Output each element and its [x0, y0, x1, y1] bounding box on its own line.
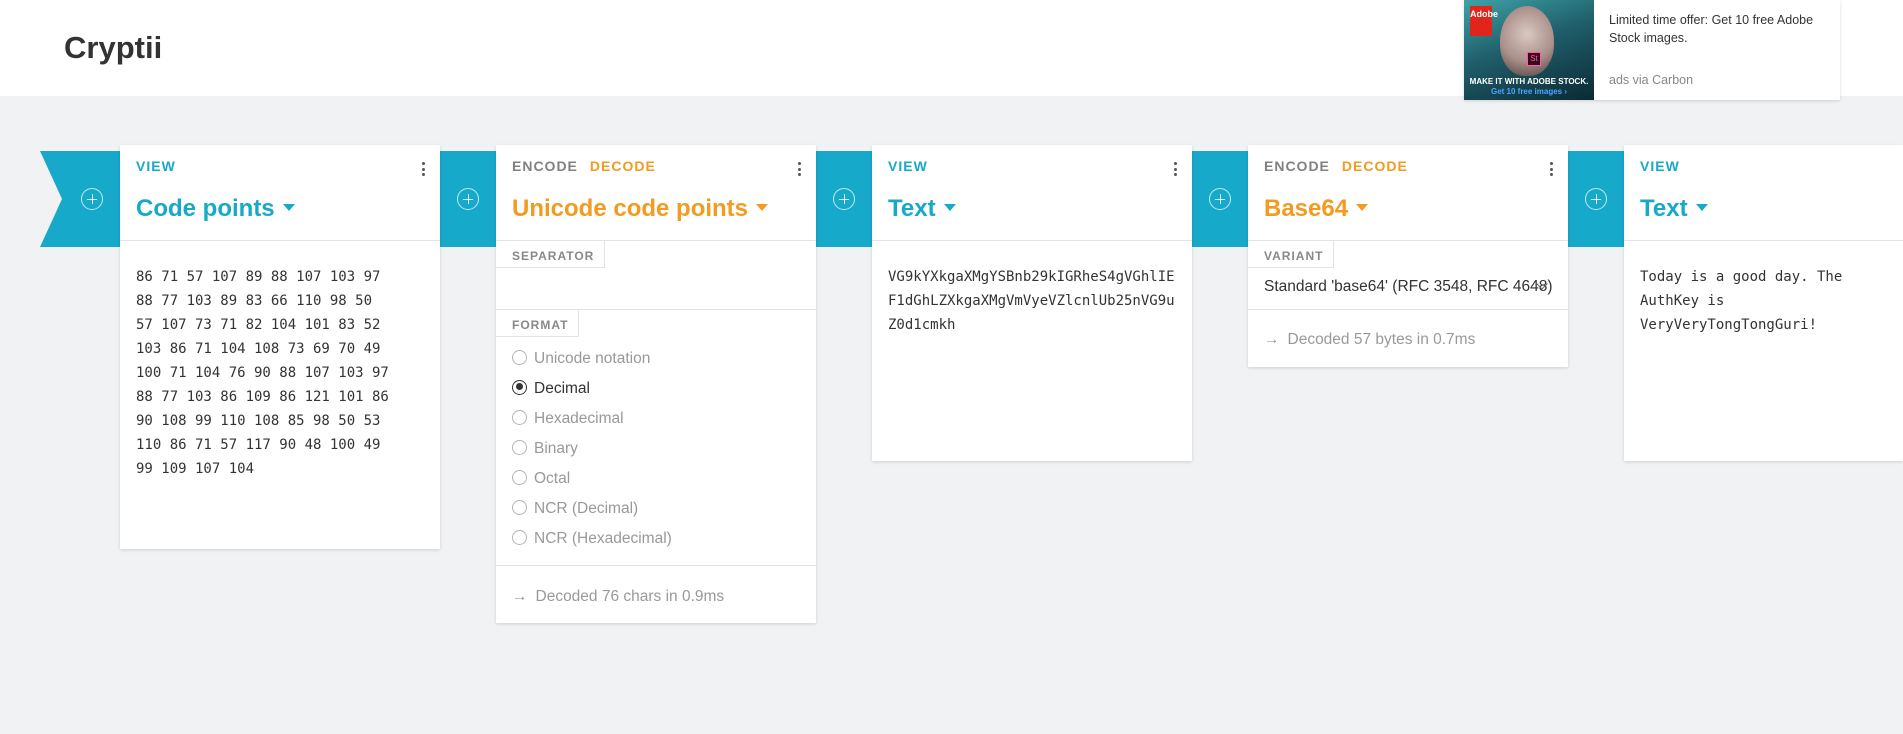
brick-unicode-code-points: ENCODE DECODE Unicode code points SEPARAT…: [496, 145, 816, 623]
brick-header: ENCODE DECODE Unicode code points: [496, 145, 816, 241]
status-message: → Decoded 57 bytes in 0.7ms: [1264, 331, 1476, 348]
brick-tabs: ENCODE DECODE: [512, 158, 656, 174]
radio-icon: [512, 529, 527, 545]
variant-label: VARIANT: [1248, 241, 1335, 268]
tab-encode[interactable]: ENCODE: [1264, 158, 1330, 174]
status-message: → Decoded 76 chars in 0.9ms: [512, 588, 725, 605]
tab-encode[interactable]: ENCODE: [512, 158, 578, 174]
decoded-text-textarea[interactable]: Today is a good day. The AuthKey is Very…: [1640, 265, 1895, 337]
brick-base64: ENCODE DECODE Base64 VARIANT Standard 'ba…: [1248, 145, 1568, 367]
brick-title-dropdown[interactable]: Text: [888, 195, 956, 223]
brick-title: Text: [1640, 195, 1688, 222]
radio-icon: [512, 499, 527, 515]
pipeline-connector[interactable]: [440, 151, 496, 247]
add-brick-icon[interactable]: [1209, 188, 1231, 210]
brick-title: Base64: [1264, 195, 1349, 222]
format-field: FORMAT Unicode notation Decimal Hexadeci…: [496, 310, 816, 566]
caret-down-icon: [1356, 204, 1369, 212]
brick-tabs: VIEW: [888, 158, 928, 174]
caret-down-icon: [943, 204, 956, 212]
radio-checked-icon: [512, 379, 527, 395]
add-brick-icon[interactable]: [1585, 188, 1607, 210]
brick-header: VIEW Text: [1624, 145, 1903, 241]
brick-tabs: ENCODE DECODE: [1264, 158, 1408, 174]
radio-hexadecimal[interactable]: Hexadecimal: [512, 409, 624, 434]
radio-binary[interactable]: Binary: [512, 439, 578, 464]
brick-text-base64: VIEW Text VG9kYXkgaXMgYSBnb29kIGRheS4gVG…: [872, 145, 1192, 461]
code-points-textarea[interactable]: 86 71 57 107 89 88 107 103 97 88 77 103 …: [136, 265, 426, 481]
variant-field[interactable]: VARIANT: [1248, 241, 1568, 310]
variant-select[interactable]: Standard 'base64' (RFC 3548, RFC 4648): [1264, 278, 1554, 296]
tab-decode[interactable]: DECODE: [590, 158, 656, 174]
radio-ncr-decimal[interactable]: NCR (Decimal): [512, 499, 638, 524]
adobe-stock-icon: St: [1527, 52, 1541, 66]
brick-title-dropdown[interactable]: Base64: [1264, 195, 1369, 223]
ad-via-link[interactable]: ads via Carbon: [1609, 73, 1693, 87]
text-textarea[interactable]: VG9kYXkgaXMgYSBnb29kIGRheS4gVGhlIEF1dGhL…: [888, 265, 1180, 337]
brick-tabs: VIEW: [1640, 158, 1680, 174]
ad-text[interactable]: Limited time offer: Get 10 free Adobe St…: [1609, 11, 1831, 47]
ad-image-cta: Get 10 free images ›: [1490, 87, 1568, 96]
brick-title-dropdown[interactable]: Code points: [136, 195, 295, 223]
radio-icon: [512, 439, 527, 455]
ad-image-tagline: MAKE IT WITH ADOBE STOCK.: [1469, 77, 1589, 86]
pipeline-connector[interactable]: [1568, 151, 1624, 247]
pipeline-connector[interactable]: [816, 151, 872, 247]
radio-icon: [512, 409, 527, 425]
brick-header: ENCODE DECODE Base64: [1248, 145, 1568, 241]
brick-title: Code points: [136, 195, 275, 222]
tab-view[interactable]: VIEW: [888, 158, 928, 174]
more-options-icon[interactable]: [1550, 162, 1554, 178]
app-logo[interactable]: Cryptii: [64, 30, 162, 66]
radio-ncr-hexadecimal[interactable]: NCR (Hexadecimal): [512, 529, 672, 554]
brick-header: VIEW Code points: [120, 145, 440, 241]
more-options-icon[interactable]: [798, 162, 802, 178]
caret-down-icon: [756, 204, 769, 212]
arrow-right-icon: →: [1264, 331, 1280, 348]
caret-down-icon: [1695, 204, 1708, 212]
tab-decode[interactable]: DECODE: [1342, 158, 1408, 174]
carbon-ad[interactable]: Adobe St MAKE IT WITH ADOBE STOCK. Get 1…: [1464, 0, 1840, 100]
separator-field[interactable]: SEPARATOR: [496, 241, 816, 310]
ad-image[interactable]: Adobe St MAKE IT WITH ADOBE STOCK. Get 1…: [1464, 0, 1594, 100]
tab-view[interactable]: VIEW: [136, 158, 176, 174]
pipeline-start-connector[interactable]: [40, 151, 120, 247]
arrow-right-icon: →: [512, 588, 528, 605]
brick-text-decoded: VIEW Text Today is a good day. The AuthK…: [1624, 145, 1903, 461]
format-label: FORMAT: [496, 310, 580, 337]
brick-title: Unicode code points: [512, 195, 749, 222]
more-options-icon[interactable]: [422, 162, 426, 178]
pipeline-connector[interactable]: [1192, 151, 1248, 247]
add-brick-icon[interactable]: [81, 188, 103, 210]
radio-decimal[interactable]: Decimal: [512, 379, 590, 404]
radio-octal[interactable]: Octal: [512, 469, 570, 494]
adobe-logo-icon: Adobe: [1470, 6, 1498, 36]
radio-unicode-notation[interactable]: Unicode notation: [512, 349, 650, 374]
brick-code-points: VIEW Code points 86 71 57 107 89 88 107 …: [120, 145, 440, 549]
radio-icon: [512, 349, 527, 365]
add-brick-icon[interactable]: [457, 188, 479, 210]
brick-header: VIEW Text: [872, 145, 1192, 241]
add-brick-icon[interactable]: [833, 188, 855, 210]
more-options-icon[interactable]: [1174, 162, 1178, 178]
brick-title-dropdown[interactable]: Unicode code points: [512, 195, 769, 223]
separator-label: SEPARATOR: [496, 241, 606, 268]
brick-title-dropdown[interactable]: Text: [1640, 195, 1708, 223]
brick-title: Text: [888, 195, 936, 222]
brick-tabs: VIEW: [136, 158, 176, 174]
tab-view[interactable]: VIEW: [1640, 158, 1680, 174]
radio-icon: [512, 469, 527, 485]
caret-down-icon: [282, 204, 295, 212]
